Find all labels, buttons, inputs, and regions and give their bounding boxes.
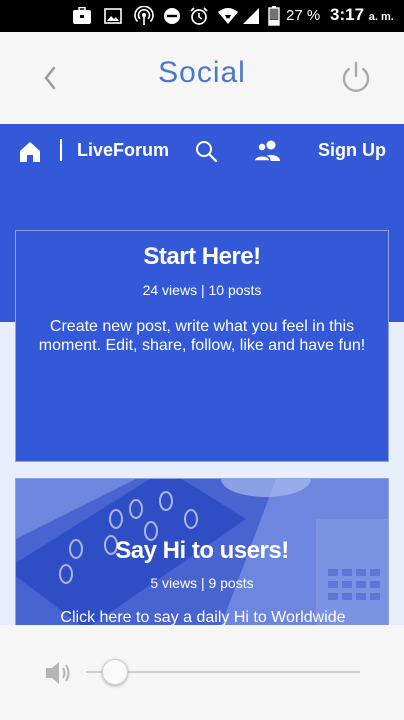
wifi-icon [217, 7, 239, 25]
search-icon[interactable] [194, 139, 218, 163]
signal-icon [242, 7, 260, 25]
hotspot-icon [134, 6, 154, 25]
battery-icon [268, 6, 280, 26]
clock: 3:17 a. m. [330, 5, 394, 25]
forum-card-start-here[interactable]: Start Here! 24 views | 10 posts Create n… [15, 230, 389, 462]
card-meta: 5 views | 9 posts [150, 575, 254, 591]
volume-bar [0, 625, 404, 720]
forum-card-say-hi[interactable]: Say Hi to users! 5 views | 9 posts Click… [15, 478, 389, 638]
image-icon [104, 7, 122, 25]
card-meta: 24 views | 10 posts [142, 282, 262, 298]
volume-slider-thumb[interactable] [102, 659, 128, 685]
clock-ampm: a. m. [368, 11, 394, 23]
battery-percent: 27 % [286, 7, 321, 24]
card-title[interactable]: Start Here! [16, 243, 388, 271]
home-icon[interactable] [18, 140, 42, 164]
card-title[interactable]: Say Hi to users! [16, 537, 388, 565]
users-icon[interactable] [253, 139, 281, 163]
clock-time: 3:17 [330, 5, 365, 24]
status-bar: 27 % 3:17 a. m. [0, 0, 404, 32]
sign-up-link[interactable]: Sign Up [318, 140, 386, 161]
do-not-disturb-icon [163, 7, 181, 25]
card-description: Create new post, write what you feel in … [38, 318, 366, 354]
nav-divider [60, 139, 62, 161]
app-header: Social [0, 32, 404, 124]
power-icon[interactable] [338, 58, 374, 98]
alarm-icon [189, 7, 209, 25]
volume-icon[interactable] [44, 659, 74, 687]
briefcase-icon [72, 7, 92, 25]
forum-nav: LiveForum Sign Up [0, 124, 404, 180]
forum-brand[interactable]: LiveForum [77, 140, 169, 161]
